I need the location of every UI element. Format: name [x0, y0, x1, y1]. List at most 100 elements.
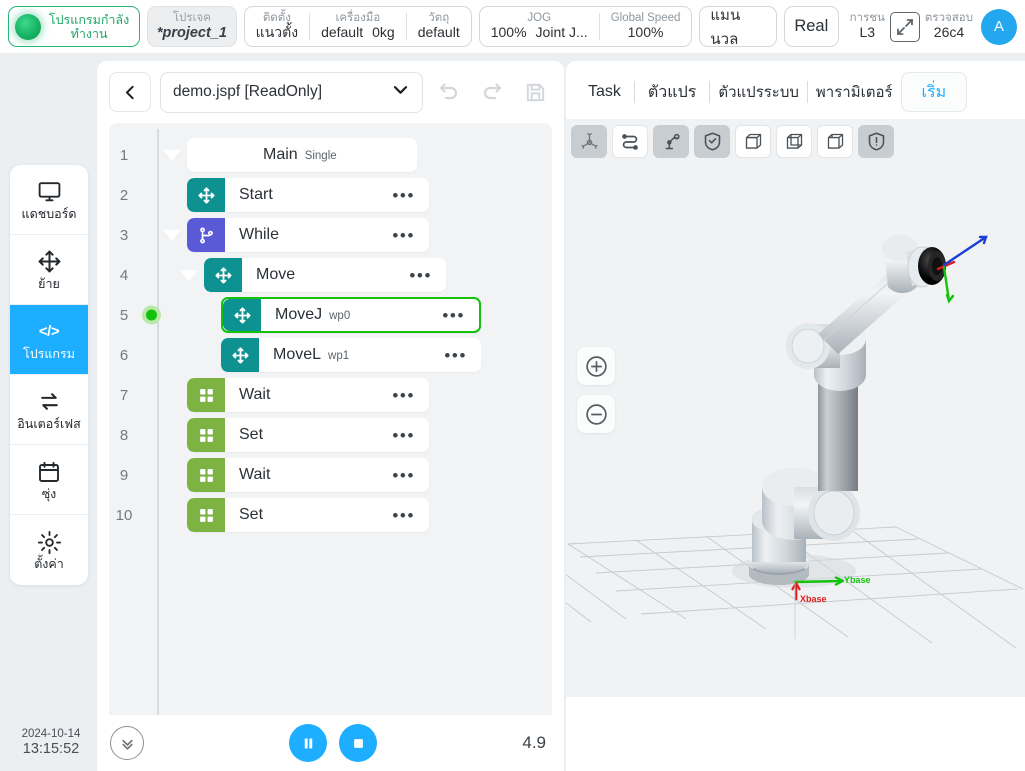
- cube-wire-icon[interactable]: [776, 125, 812, 158]
- speed-group: JOG 100% Joint J... Global Speed 100%: [478, 6, 693, 47]
- sidebar-item-settings[interactable]: ตั้งค่า: [10, 515, 88, 585]
- status-value: ทำงาน: [70, 26, 108, 41]
- global-speed-config[interactable]: Global Speed 100%: [600, 7, 692, 46]
- sidebar-item-program[interactable]: </> โปรแกรม: [10, 305, 88, 375]
- tab-parameters[interactable]: พารามิเตอร์: [808, 73, 901, 111]
- node-menu-button[interactable]: •••: [392, 387, 429, 404]
- tree-row[interactable]: 3 While •••: [109, 215, 552, 255]
- row-number: 5: [119, 306, 129, 324]
- undo-icon[interactable]: [432, 75, 466, 109]
- tree-node-set[interactable]: Set •••: [187, 418, 429, 452]
- collision-info[interactable]: การชน L3: [850, 12, 885, 41]
- sidebar-label-schedule: ซุ่ง: [41, 486, 57, 501]
- zoom-out-icon[interactable]: [577, 395, 615, 433]
- row-gutter: [139, 335, 163, 375]
- node-menu-button[interactable]: •••: [444, 347, 481, 364]
- tree-node-start[interactable]: Start •••: [187, 178, 429, 212]
- project-name: *project_1: [156, 24, 227, 41]
- node-label: Move: [256, 266, 296, 283]
- code-icon: </>: [38, 323, 60, 341]
- row-gutter: [139, 295, 163, 335]
- pause-button[interactable]: [289, 724, 328, 762]
- top-status-bar: โปรแกรมกำลัง ทำงาน โปรเจค *project_1 ติด…: [0, 0, 1025, 53]
- tool-config[interactable]: เครื่องมือ default 0kg: [310, 7, 406, 46]
- tree-row[interactable]: 7 Wait •••: [109, 375, 552, 415]
- expand-arrows-icon[interactable]: [889, 11, 920, 42]
- node-label: Main: [263, 146, 298, 163]
- stop-button[interactable]: [339, 724, 378, 762]
- node-label: Set: [239, 426, 264, 443]
- node-sublabel: Single: [304, 150, 337, 162]
- node-menu-button[interactable]: •••: [392, 467, 429, 484]
- chevron-down-circle-icon[interactable]: [110, 726, 144, 760]
- tree-node-move[interactable]: Move •••: [204, 258, 446, 292]
- tree-row[interactable]: 5 MoveJ wp0 •••: [109, 295, 552, 335]
- object-config[interactable]: วัตถุ default: [407, 7, 471, 46]
- tree-row[interactable]: 1 Main Single: [109, 135, 552, 175]
- collision-value: L3: [859, 24, 876, 41]
- chevron-down-icon: [391, 80, 410, 104]
- tree-row[interactable]: 2 Start •••: [109, 175, 552, 215]
- node-menu-button[interactable]: •••: [392, 187, 429, 204]
- tab-variables[interactable]: ตัวแปร: [635, 73, 709, 111]
- tree-node-wait[interactable]: Wait •••: [187, 378, 429, 412]
- tree-node-movej[interactable]: MoveJ wp0 •••: [221, 297, 481, 333]
- jog-config[interactable]: JOG 100% Joint J...: [480, 7, 599, 46]
- node-sublabel: wp0: [329, 310, 351, 322]
- node-menu-button[interactable]: •••: [409, 267, 446, 284]
- cube-half-icon[interactable]: [817, 125, 853, 158]
- node-label: While: [239, 226, 280, 243]
- file-selector[interactable]: demo.jspf [ReadOnly]: [160, 71, 423, 113]
- tree-node-movel[interactable]: MoveL wp1 •••: [221, 338, 481, 372]
- tree-row[interactable]: 6 MoveL wp1 •••: [109, 335, 552, 375]
- node-menu-button[interactable]: •••: [392, 507, 429, 524]
- project-selector[interactable]: โปรเจค *project_1: [147, 6, 237, 47]
- program-tree-container[interactable]: 1 Main Single 2 Start ••• 3 While ••• 4 …: [109, 123, 552, 771]
- tree-node-wait[interactable]: Wait •••: [187, 458, 429, 492]
- shield-check-icon[interactable]: [694, 125, 730, 158]
- sidebar-item-schedule[interactable]: ซุ่ง: [10, 445, 88, 515]
- collapse-caret-icon[interactable]: [163, 229, 181, 241]
- robot-arm-icon[interactable]: [653, 125, 689, 158]
- sidebar-item-dashboard[interactable]: แดชบอร์ด: [10, 165, 88, 235]
- zoom-in-icon[interactable]: [577, 347, 615, 385]
- node-menu-button[interactable]: •••: [392, 427, 429, 444]
- tree-node-while[interactable]: While •••: [187, 218, 429, 252]
- row-number: 4: [119, 266, 129, 284]
- app-root: โปรแกรมกำลัง ทำงาน โปรเจค *project_1 ติด…: [0, 0, 1025, 771]
- tab-start[interactable]: เริ่ม: [900, 72, 968, 112]
- tree-node-main[interactable]: Main Single: [187, 138, 417, 172]
- tree-node-set[interactable]: Set •••: [187, 498, 429, 532]
- axes-icon[interactable]: [571, 125, 607, 158]
- tree-row[interactable]: 10 Set •••: [109, 495, 552, 535]
- jog-mode: Joint J...: [535, 24, 588, 41]
- manual-mode-button[interactable]: แมนนวล: [699, 6, 777, 48]
- tree-row[interactable]: 9 Wait •••: [109, 455, 552, 495]
- sidebar-item-interface[interactable]: อินเตอร์เฟส: [10, 375, 88, 445]
- cube-solid-icon[interactable]: [735, 125, 771, 158]
- node-menu-button[interactable]: •••: [392, 227, 429, 244]
- tree-row[interactable]: 8 Set •••: [109, 415, 552, 455]
- real-mode-button[interactable]: Real: [783, 6, 839, 47]
- collapse-caret-icon[interactable]: [180, 269, 198, 281]
- install-config[interactable]: ติดตั้ง แนวตั้ง: [245, 7, 309, 46]
- sidebar-label-settings: ตั้งค่า: [34, 557, 64, 572]
- redo-icon[interactable]: [475, 75, 509, 109]
- path-trace-icon[interactable]: [612, 125, 648, 158]
- check-info[interactable]: ตรวจสอบ 26c4: [925, 12, 973, 41]
- robot-3d-viewport[interactable]: Ybase Xbase: [566, 119, 1025, 734]
- shield-warn-icon[interactable]: [858, 125, 894, 158]
- node-menu-button[interactable]: •••: [442, 307, 479, 324]
- sidebar-label-dashboard: แดชบอร์ด: [21, 206, 77, 221]
- collapse-caret-icon[interactable]: [163, 149, 181, 161]
- clock-date: 2024-10-14: [21, 727, 81, 740]
- save-icon[interactable]: [518, 75, 552, 109]
- tab-system-variables[interactable]: ตัวแปรระบบ: [710, 73, 807, 111]
- tree-row[interactable]: 4 Move •••: [109, 255, 552, 295]
- tab-task[interactable]: Task: [575, 73, 634, 111]
- avatar[interactable]: A: [981, 8, 1017, 45]
- speed-value: 4.9: [522, 733, 546, 752]
- sidebar-item-move[interactable]: ย้าย: [10, 235, 88, 305]
- viewport-bottom-bar: [566, 697, 1025, 734]
- chevron-left-icon[interactable]: [109, 72, 151, 112]
